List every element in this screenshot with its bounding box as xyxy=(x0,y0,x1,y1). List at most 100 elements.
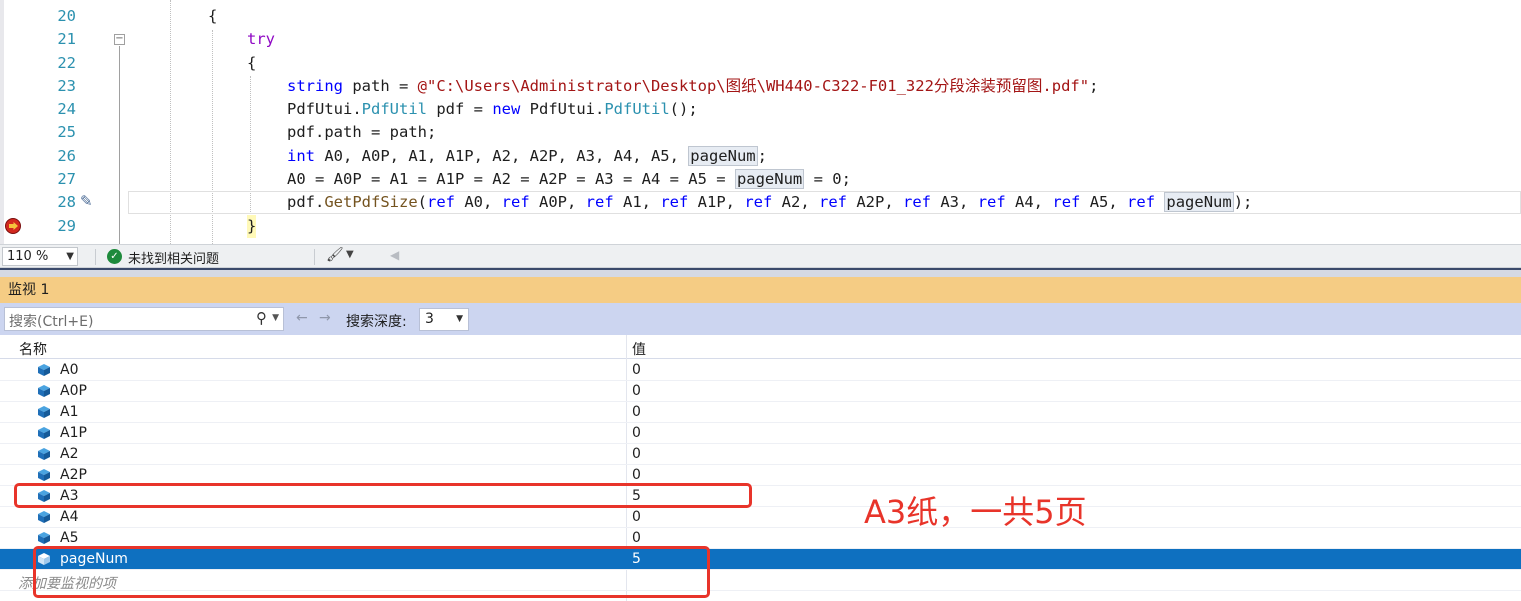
watch-row[interactable]: A1 0 xyxy=(0,402,1521,423)
code-highlight: pageNum xyxy=(688,146,758,166)
code-identifier: path xyxy=(352,77,390,95)
watch-row-name: A2 xyxy=(60,446,79,462)
arrow-left-icon[interactable]: ← xyxy=(296,310,308,326)
search-depth-value: 3 xyxy=(425,311,434,327)
breakpoint-icon[interactable] xyxy=(5,218,21,234)
variable-icon xyxy=(38,427,50,439)
watch-window-title: 监视 1 xyxy=(0,277,1521,303)
code-namespace: PdfUtui xyxy=(529,100,595,118)
code-keyword: ref xyxy=(819,193,848,211)
code-keyword: ref xyxy=(977,193,1006,211)
watch-row-value: 0 xyxy=(632,446,641,462)
code-type: PdfUtil xyxy=(604,100,670,118)
chevron-down-icon[interactable]: ▼ xyxy=(346,249,354,260)
code-text: pdf.path = path; xyxy=(287,123,437,141)
code-cleanup-icon[interactable]: 🖌 xyxy=(326,247,344,263)
divider xyxy=(314,249,315,265)
variable-icon xyxy=(38,364,50,376)
code-string: @"C:\Users\Administrator\Desktop\图纸\WH44… xyxy=(417,77,1090,95)
code-keyword: new xyxy=(492,100,521,118)
code-highlight: pageNum xyxy=(1164,192,1234,212)
watch-row-name: A5 xyxy=(60,530,79,546)
code-line: 25 pdf.path = path; xyxy=(0,121,1521,144)
code-keyword: string xyxy=(287,77,343,95)
code-keyword: ref xyxy=(660,193,689,211)
code-line-current: 28 ✎ pdf.GetPdfSize(ref A0, ref A0P, ref… xyxy=(0,191,1521,214)
code-text: { xyxy=(208,7,218,25)
code-text: pdf.GetPdfSize(ref A0, ref A0P, ref A1, … xyxy=(287,192,1253,212)
watch-row-name: A0P xyxy=(60,383,87,399)
code-line: 22 { xyxy=(0,52,1521,75)
watch-row-value: 0 xyxy=(632,362,641,378)
variable-icon xyxy=(38,448,50,460)
check-circle-icon: ✓ xyxy=(107,249,122,264)
code-keyword: ref xyxy=(585,193,614,211)
search-depth-dropdown[interactable]: 3 ▼ xyxy=(419,308,469,331)
variable-icon xyxy=(38,406,50,418)
line-number: 24 xyxy=(57,100,76,118)
annotation-box-a3 xyxy=(14,483,752,508)
divider xyxy=(95,249,96,265)
watch-row[interactable]: A1P 0 xyxy=(0,423,1521,444)
watch-row-name: A2P xyxy=(60,467,87,483)
grid-header: 名称 值 xyxy=(0,335,1521,359)
code-line: 24 PdfUtui.PdfUtil pdf = new PdfUtui.Pdf… xyxy=(0,98,1521,121)
scroll-left-icon[interactable]: ◀ xyxy=(390,248,399,262)
watch-row[interactable]: A2 0 xyxy=(0,444,1521,465)
line-number: 21 xyxy=(57,30,76,48)
search-input[interactable]: 搜索(Ctrl+E) ⚲ ▼ xyxy=(4,307,284,331)
line-number: 26 xyxy=(57,147,76,165)
code-highlight: pageNum xyxy=(734,169,805,189)
code-text: A0 = A0P = A1 = A1P = A2 = A2P = A3 = A4… xyxy=(287,169,851,189)
panel-splitter[interactable] xyxy=(0,268,1521,277)
watch-row-name: A0 xyxy=(60,362,79,378)
variable-icon xyxy=(38,511,50,523)
zoom-dropdown[interactable]: 110 % ▼ xyxy=(2,247,78,266)
code-editor[interactable]: − 20 { 21 try 22 { 23 string path = @"C:… xyxy=(0,0,1521,244)
annotation-box-pagenum xyxy=(33,546,710,598)
watch-row-value: 0 xyxy=(632,467,641,483)
code-keyword: ref xyxy=(1127,193,1156,211)
line-number: 20 xyxy=(57,7,76,25)
watch-row-value: 0 xyxy=(632,530,641,546)
code-text: string path = @"C:\Users\Administrator\D… xyxy=(287,77,1099,95)
watch-row[interactable]: A0P 0 xyxy=(0,381,1521,402)
code-line: 27 A0 = A0P = A1 = A1P = A2 = A2P = A3 =… xyxy=(0,168,1521,191)
code-keyword: ref xyxy=(1052,193,1081,211)
watch-row-value: 0 xyxy=(632,404,641,420)
code-text: PdfUtui.PdfUtil pdf = new PdfUtui.PdfUti… xyxy=(287,100,698,118)
code-keyword: try xyxy=(247,30,275,48)
watch-row-value: 0 xyxy=(632,509,641,525)
chevron-down-icon: ▼ xyxy=(456,314,463,324)
code-method: GetPdfSize xyxy=(324,193,418,211)
quick-action-icon[interactable]: ✎ xyxy=(80,192,93,210)
code-line: 26 int A0, A0P, A1, A1P, A2, A2P, A3, A4… xyxy=(0,145,1521,168)
watch-toolbar: 搜索(Ctrl+E) ⚲ ▼ ← → 搜索深度: 3 ▼ xyxy=(0,303,1521,335)
line-number: 27 xyxy=(57,170,76,188)
arrow-right-icon[interactable]: → xyxy=(319,310,331,326)
watch-row[interactable]: A0 0 xyxy=(0,360,1521,381)
issues-status[interactable]: 未找到相关问题 xyxy=(128,248,219,267)
watch-row[interactable]: A4 0 xyxy=(0,507,1521,528)
zoom-value: 110 % xyxy=(7,249,49,264)
line-number: 28 xyxy=(57,193,76,211)
annotation-note: A3纸，一共5页 xyxy=(864,493,1087,531)
watch-row-value: 0 xyxy=(632,425,641,441)
watch-row-name: A4 xyxy=(60,509,79,525)
column-header-name[interactable]: 名称 xyxy=(19,339,47,359)
value-cell xyxy=(627,549,1521,570)
line-number: 23 xyxy=(57,77,76,95)
code-keyword: int xyxy=(287,147,315,165)
search-icon[interactable]: ⚲ xyxy=(256,309,267,327)
code-text: int A0, A0P, A1, A1P, A2, A2P, A3, A4, A… xyxy=(287,146,767,166)
chevron-down-icon[interactable]: ▼ xyxy=(272,313,279,323)
code-line: 21 try xyxy=(0,28,1521,51)
column-header-value[interactable]: 值 xyxy=(632,339,646,359)
editor-status-bar: 110 % ▼ ✓ 未找到相关问题 🖌 ▼ ◀ xyxy=(0,244,1521,268)
search-placeholder: 搜索(Ctrl+E) xyxy=(9,314,94,330)
code-line: 23 string path = @"C:\Users\Administrato… xyxy=(0,75,1521,98)
line-number: 25 xyxy=(57,123,76,141)
code-keyword: ref xyxy=(903,193,932,211)
watch-row-name: A1 xyxy=(60,404,79,420)
line-number: 22 xyxy=(57,54,76,72)
